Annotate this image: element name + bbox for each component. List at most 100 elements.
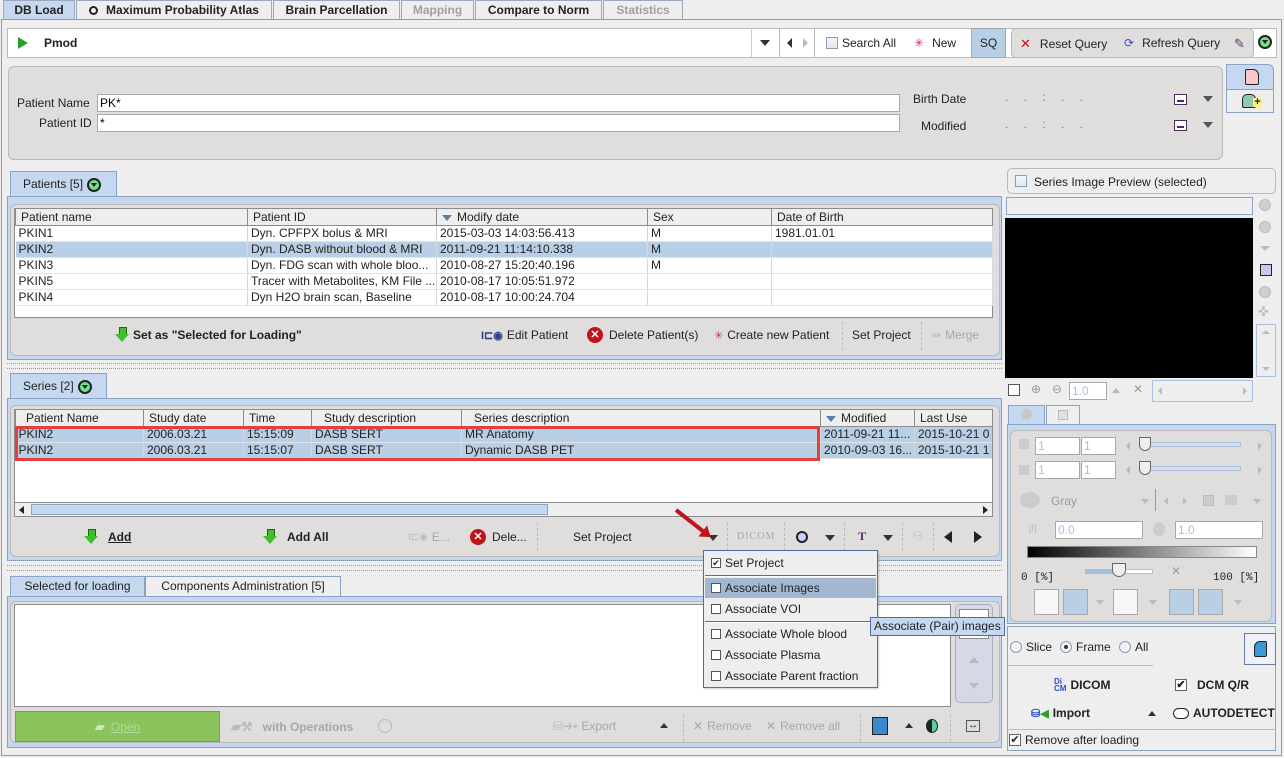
tab-mapping[interactable]: Mapping — [401, 0, 474, 20]
open-with-operations-button[interactable]: ▰⚒ with Operations — [231, 719, 353, 735]
calendar-icon[interactable] — [1174, 94, 1187, 105]
crosshair-icon[interactable]: ✜ — [1258, 304, 1269, 320]
merge-button[interactable]: ⇛ Merge — [931, 328, 979, 342]
options-dropdown-icon[interactable] — [1260, 246, 1270, 251]
scroll-up-icon[interactable] — [1262, 330, 1270, 334]
shape-icon[interactable] — [1169, 589, 1194, 615]
auto-range-icon[interactable] — [1153, 522, 1165, 536]
zoom-in-icon[interactable]: ⊕ — [1031, 382, 1041, 396]
tab-compare-to-norm[interactable]: Compare to Norm — [475, 0, 602, 20]
import-button[interactable]: ⛁◀ Import — [1031, 706, 1090, 720]
table-row[interactable]: PKIN5 Tracer with Metabolites, KM File ..… — [15, 273, 993, 290]
tab-db-load[interactable]: DB Load — [3, 0, 75, 20]
hierarchy-icon[interactable]: ⚇ — [912, 529, 923, 543]
display-mode-dropdown[interactable] — [1096, 600, 1104, 605]
edit-series-button[interactable]: I⊏◉ E... — [408, 530, 450, 544]
add-button[interactable]: Add — [84, 529, 131, 545]
menu-item-associate-whole-blood[interactable]: Associate Whole blood — [705, 624, 876, 644]
tab-maximum-probability-atlas[interactable]: Maximum Probability Atlas — [76, 0, 272, 20]
tab-statistics[interactable]: Statistics — [603, 0, 683, 20]
frame-current-input[interactable] — [1035, 461, 1080, 479]
layout-icon[interactable] — [872, 717, 888, 735]
table-row[interactable]: PKIN2 Dyn. DASB without blood & MRI 2011-0… — [15, 241, 993, 258]
column-header-patient-id[interactable]: Patient ID — [247, 209, 437, 226]
forward-arrow-icon[interactable] — [803, 38, 808, 48]
colortable-next-icon[interactable] — [1183, 497, 1187, 505]
contrast-icon[interactable] — [1259, 286, 1271, 298]
birth-date-field[interactable]: . . : . . — [1005, 90, 1089, 104]
dicom-info-icon[interactable]: DICOM — [737, 531, 775, 542]
colortable-select[interactable]: Gray — [1051, 494, 1077, 508]
table-row[interactable]: PKIN1 Dyn. CPFPX bolus & MRI 2015-03-03 14… — [15, 225, 993, 242]
create-new-patient-button[interactable]: ✳ Create new Patient — [714, 328, 829, 342]
table-row[interactable]: PKIN4 Dyn H2O brain scan, Baseline 2010-08… — [15, 289, 993, 306]
scroll-right-icon[interactable] — [983, 506, 988, 514]
frame-total-input[interactable] — [1081, 461, 1116, 479]
column-header-last-use[interactable]: Last Use — [914, 410, 992, 427]
view-image-icon[interactable] — [796, 531, 808, 543]
slice-slider[interactable] — [1139, 442, 1241, 447]
expand-icon[interactable] — [77, 379, 92, 394]
patient-name-input[interactable] — [97, 94, 900, 112]
view-dropdown-icon[interactable] — [825, 535, 835, 541]
tab-brain-parcellation[interactable]: Brain Parcellation — [273, 0, 400, 20]
move-up-icon[interactable] — [969, 657, 979, 663]
frame-slider[interactable] — [1139, 466, 1241, 471]
colortable-prev-icon[interactable] — [1164, 497, 1168, 505]
previous-icon[interactable] — [944, 531, 952, 543]
colortable-dropdown-icon[interactable] — [1141, 499, 1149, 504]
database-dropdown-button[interactable] — [760, 40, 770, 46]
splitter[interactable] — [7, 363, 1002, 369]
series-tab[interactable]: Series [2] — [10, 373, 107, 399]
column-header-modify-date[interactable]: Modify date — [436, 209, 648, 226]
radio-slice[interactable]: Slice — [1010, 640, 1052, 654]
column-header-patient-name[interactable]: Patient Name — [15, 410, 144, 427]
birth-date-dropdown-icon[interactable] — [1203, 96, 1213, 102]
expand-width-icon[interactable]: ↔ — [966, 720, 980, 732]
move-down-icon[interactable] — [969, 683, 979, 689]
colorbar[interactable] — [1027, 546, 1257, 558]
series-image-preview-toggle[interactable]: Series Image Preview (selected) — [1007, 168, 1276, 194]
column-header-series-description[interactable]: Series description — [461, 410, 821, 427]
mode-icon[interactable] — [1034, 589, 1059, 615]
column-header-time[interactable]: Time — [243, 410, 312, 427]
play-circle-icon[interactable] — [378, 719, 392, 733]
min-value-input[interactable] — [1055, 521, 1143, 539]
info-icon[interactable] — [1259, 221, 1271, 233]
table-row[interactable]: PKIN3 Dyn. FDG scan with whole bloo... 201… — [15, 257, 993, 274]
grid-mode-dropdown[interactable] — [1149, 600, 1157, 605]
tab-color-controls[interactable] — [1008, 405, 1045, 425]
menu-item-associate-voi[interactable]: Associate VOI — [705, 599, 876, 619]
expand-icon[interactable] — [87, 177, 102, 192]
slice-total-input[interactable] — [1081, 437, 1116, 455]
modified-date-field[interactable]: . . : . . — [1005, 117, 1089, 131]
column-header-study-description[interactable]: Study description — [311, 410, 462, 427]
dicom-button[interactable]: Di CM DICOM — [1054, 678, 1110, 693]
add-patient-query-tab[interactable]: + — [1226, 89, 1274, 113]
column-header-date-of-birth[interactable]: Date of Birth — [771, 209, 993, 226]
remove-all-button[interactable]: ✕ Remove all — [766, 719, 840, 733]
color-options-dropdown[interactable] — [1253, 499, 1261, 504]
database-selector[interactable]: Pmod — [18, 36, 77, 50]
scroll-thumb[interactable] — [31, 504, 548, 515]
tab-components-administration[interactable]: Components Administration [5] — [145, 576, 341, 596]
search-all-checkbox[interactable]: Search All — [826, 36, 896, 50]
refresh-query-button[interactable]: ⟳ Refresh Query — [1124, 36, 1220, 50]
delete-series-button[interactable]: ✕ Dele... — [470, 529, 527, 545]
series-horizontal-scrollbar[interactable] — [15, 502, 992, 516]
text-overlay-icon[interactable] — [1198, 589, 1223, 615]
dicom-brain-button[interactable] — [1244, 633, 1276, 665]
menu-item-associate-parent-fraction[interactable]: Associate Parent fraction — [705, 666, 876, 686]
max-value-input[interactable] — [1175, 521, 1263, 539]
column-header-study-date[interactable]: Study date — [143, 410, 244, 427]
autodetect-button[interactable]: AUTODETECT — [1173, 706, 1275, 720]
reset-zoom-icon[interactable]: ✕ — [1133, 382, 1143, 396]
patient-query-tab[interactable] — [1226, 64, 1274, 90]
minus-icon[interactable] — [1259, 199, 1271, 211]
remove-after-loading-checkbox[interactable]: ✔ Remove after loading — [1009, 733, 1139, 747]
back-arrow-icon[interactable] — [787, 38, 792, 48]
calendar-icon[interactable] — [1174, 120, 1187, 131]
text-tag-icon[interactable]: T — [858, 529, 866, 544]
color-3d-icon[interactable] — [1225, 495, 1237, 505]
layout-menu-arrow[interactable] — [905, 723, 913, 728]
